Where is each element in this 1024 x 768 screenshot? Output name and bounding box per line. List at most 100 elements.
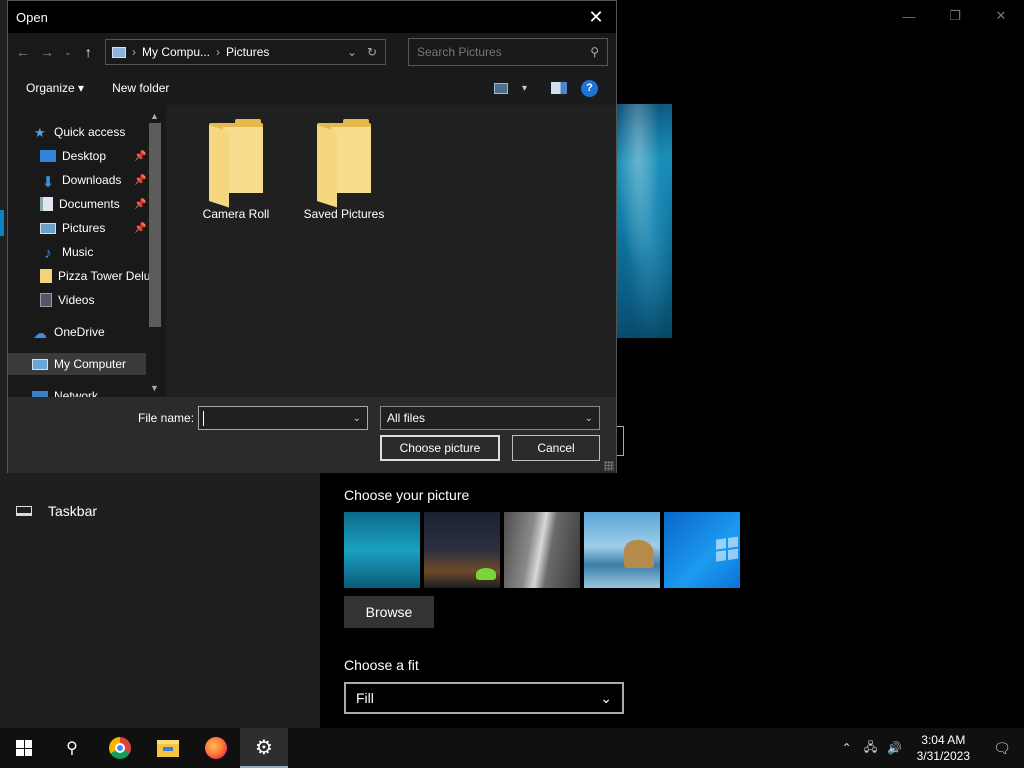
recent-locations-chevron-icon[interactable]: ⌄ (64, 47, 72, 58)
organize-menu[interactable]: Organize ▾ (26, 81, 84, 95)
search-input[interactable] (417, 45, 567, 59)
firefox-taskbar-button[interactable] (192, 728, 240, 768)
picture-thumbnail-windows[interactable] (664, 512, 740, 588)
chevron-down-icon: ⌄ (600, 689, 612, 706)
nav-item-pictures[interactable]: Pictures 📌 (8, 217, 146, 239)
desktop-icon (40, 150, 56, 162)
network-icon[interactable]: 🖧 (859, 738, 883, 759)
search-button[interactable]: ⚲ (48, 728, 96, 768)
scrollbar-thumb[interactable] (149, 123, 161, 327)
file-name-field[interactable]: ⌄ (198, 406, 368, 430)
address-bar[interactable]: › My Compu... › Pictures ⌄ ↻ (105, 39, 386, 65)
nav-item-label: Music (62, 245, 94, 259)
nav-item-desktop[interactable]: Desktop 📌 (8, 145, 146, 167)
gear-icon: ⚙ (255, 736, 273, 759)
system-tray: ⌃ 🖧 🔊 3:04 AM 3/31/2023 🗨 (835, 728, 1024, 768)
nav-item-my-computer[interactable]: My Computer (8, 353, 146, 375)
scroll-up-icon[interactable]: ▲ (150, 111, 159, 121)
preview-pane-icon[interactable] (551, 82, 567, 94)
resize-grip-icon[interactable] (604, 461, 614, 471)
up-arrow-icon[interactable]: ↑ (82, 44, 95, 60)
file-name-label: File name: (138, 411, 195, 425)
picture-thumbnail-rock[interactable] (504, 512, 580, 588)
search-icon[interactable]: ⚲ (590, 45, 599, 59)
organize-label: Organize (26, 81, 75, 95)
nav-item-downloads[interactable]: ⬇ Downloads 📌 (8, 169, 147, 191)
dialog-title-bar[interactable]: Open ✕ (8, 1, 616, 33)
choose-fit-heading: Choose a fit (344, 657, 419, 673)
computer-icon (112, 46, 126, 58)
clock-time: 3:04 AM (921, 733, 966, 747)
clock-date: 3/31/2023 (916, 749, 970, 763)
navigation-scrollbar[interactable]: ▲ ▼ (148, 111, 162, 397)
close-icon[interactable]: ✕ (978, 0, 1024, 32)
breadcrumb-my-computer[interactable]: My Compu... (142, 45, 210, 59)
music-icon: ♪ (44, 245, 52, 262)
chevron-down-icon[interactable]: ⌄ (353, 413, 361, 424)
pin-icon: 📌 (134, 198, 147, 210)
picture-thumbnail-beach[interactable] (584, 512, 660, 588)
close-icon[interactable]: ✕ (584, 7, 608, 28)
file-type-value: All files (387, 411, 426, 425)
dialog-title: Open (16, 9, 48, 25)
chevron-up-icon[interactable]: ⌃ (835, 741, 859, 755)
new-folder-button[interactable]: New folder (112, 81, 169, 95)
fit-select[interactable]: Fill ⌄ (344, 682, 624, 714)
fit-select-value: Fill (356, 690, 374, 706)
videos-icon (40, 293, 52, 307)
scroll-down-icon[interactable]: ▼ (150, 383, 159, 393)
pin-icon: 📌 (134, 150, 147, 162)
file-explorer-taskbar-button[interactable] (144, 728, 192, 768)
chrome-icon (109, 737, 131, 759)
system-taskbar: ⚲ ⚙ ⌃ 🖧 🔊 3:04 AM 3/31/2023 🗨 (0, 728, 1024, 768)
nav-item-pizza-tower[interactable]: Pizza Tower Delu (8, 265, 150, 287)
breadcrumb-separator-icon: › (132, 45, 136, 59)
forward-arrow-icon[interactable]: → (40, 44, 54, 60)
chrome-taskbar-button[interactable] (96, 728, 144, 768)
background-preview-image (616, 104, 672, 338)
help-icon[interactable]: ? (581, 79, 598, 97)
nav-item-music[interactable]: ♪ Music (8, 241, 93, 263)
nav-item-label: Videos (58, 293, 95, 307)
picture-thumbnail-underwater[interactable] (344, 512, 420, 588)
chevron-down-icon[interactable]: ⌄ (345, 45, 359, 59)
search-icon: ⚲ (66, 740, 78, 757)
text-caret (203, 411, 204, 426)
settings-taskbar-button[interactable]: ⚙ (240, 728, 288, 768)
minimize-icon[interactable]: — (886, 0, 932, 32)
clock[interactable]: 3:04 AM 3/31/2023 (907, 732, 980, 764)
file-list: Camera Roll Saved Pictures (166, 105, 616, 397)
change-view-icon[interactable] (493, 82, 508, 94)
nav-item-quick-access[interactable]: ★ Quick access (8, 121, 125, 143)
nav-item-network[interactable]: Network (8, 385, 98, 397)
picture-thumbnail-night-sky[interactable] (424, 512, 500, 588)
documents-icon (40, 197, 53, 211)
start-button[interactable] (0, 728, 48, 768)
settings-nav-item-taskbar[interactable]: Taskbar (16, 503, 97, 519)
folder-item-saved-pictures[interactable]: Saved Pictures (294, 119, 394, 221)
nav-item-onedrive[interactable]: ☁ OneDrive (8, 321, 105, 343)
dialog-body: ★ Quick access Desktop 📌 ⬇ Downloads 📌 D… (8, 105, 616, 397)
nav-item-documents[interactable]: Documents 📌 (8, 193, 146, 215)
file-type-select[interactable]: All files ⌄ (380, 406, 600, 430)
choose-picture-button[interactable]: Choose picture (380, 435, 500, 461)
notifications-icon[interactable]: 🗨 (980, 728, 1024, 768)
cancel-button[interactable]: Cancel (512, 435, 600, 461)
firefox-icon (205, 737, 227, 759)
nav-item-label: Documents (59, 197, 120, 211)
nav-item-videos[interactable]: Videos (8, 289, 94, 311)
browse-button[interactable]: Browse (344, 596, 434, 628)
file-name-input[interactable] (199, 410, 344, 426)
windows-logo-icon (16, 740, 32, 756)
pin-icon: 📌 (134, 222, 147, 234)
nav-item-label: Downloads (62, 173, 122, 187)
volume-icon[interactable]: 🔊 (883, 741, 907, 755)
view-options-chevron-icon[interactable]: ▾ (522, 83, 527, 94)
dialog-toolbar: Organize ▾ New folder ▾ ? (8, 71, 616, 105)
folder-item-camera-roll[interactable]: Camera Roll (186, 119, 286, 221)
breadcrumb-pictures[interactable]: Pictures (226, 45, 269, 59)
search-box[interactable]: ⚲ (408, 38, 608, 66)
restore-icon[interactable]: ❐ (932, 0, 978, 32)
back-arrow-icon[interactable]: ← (16, 44, 30, 60)
refresh-icon[interactable]: ↻ (365, 45, 379, 59)
